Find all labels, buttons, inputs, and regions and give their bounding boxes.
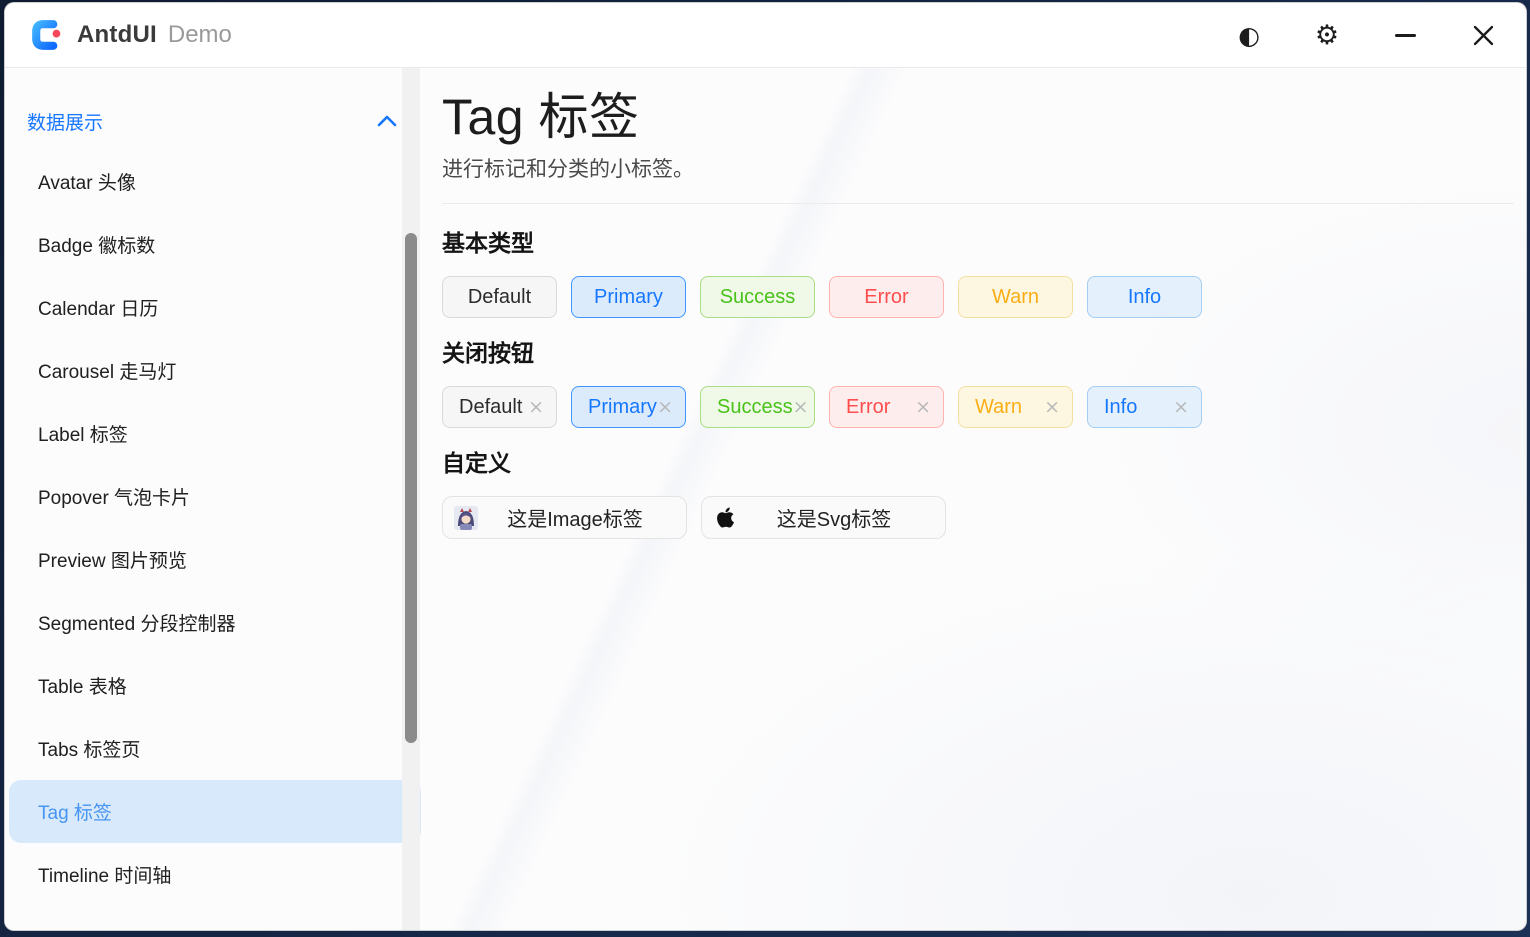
anime-avatar-image [454, 506, 478, 530]
sidebar-item-label: Tag 标签 [38, 798, 112, 825]
basic-tags-row: Default Primary Success Error Warn Info [442, 276, 1514, 318]
tag-label: 这是Image标签 [478, 503, 672, 532]
theme-contrast-icon: ◐ [1238, 23, 1260, 48]
app-window: AntdUI Demo ◐ ⚙ [4, 2, 1527, 931]
tag-label: Info [1104, 396, 1137, 419]
tag-close-icon[interactable]: × [528, 398, 544, 417]
closable-tag-default: Default × [442, 386, 557, 428]
section-heading-basic: 基本类型 [442, 228, 1514, 258]
page-subtitle: 进行标记和分类的小标签。 [442, 157, 1514, 183]
apple-logo-icon [716, 506, 735, 529]
settings-button[interactable]: ⚙ [1310, 18, 1344, 52]
tag-label: Info [1128, 286, 1161, 309]
sidebar-item-badge[interactable]: Badge 徽标数 [9, 213, 421, 276]
sidebar-item-label: Carousel 走马灯 [38, 357, 176, 384]
tag-success: Success [700, 276, 815, 318]
sidebar-item-label: Segmented 分段控制器 [38, 609, 235, 636]
sidebar-group-label: 数据展示 [27, 108, 103, 135]
tag-label: Warn [975, 396, 1022, 419]
closable-tag-warn: Warn × [958, 386, 1073, 428]
sidebar-item-preview[interactable]: Preview 图片预览 [9, 528, 421, 591]
tag-label: Primary [588, 396, 657, 419]
tag-close-icon[interactable]: × [1044, 398, 1060, 417]
tag-warn: Warn [958, 276, 1073, 318]
sidebar-item-tag[interactable]: Tag 标签 [9, 780, 421, 843]
closable-tag-info: Info × [1087, 386, 1202, 428]
tag-close-icon[interactable]: × [793, 398, 809, 417]
titlebar: AntdUI Demo ◐ ⚙ [5, 3, 1526, 68]
sidebar-item-avatar[interactable]: Avatar 头像 [9, 150, 421, 213]
section-heading-closable: 关闭按钮 [442, 338, 1514, 368]
sidebar-item-label: Tabs 标签页 [38, 735, 140, 762]
tag-label: Error [864, 286, 908, 309]
tag-info: Info [1087, 276, 1202, 318]
minimize-button[interactable] [1388, 18, 1422, 52]
sidebar-item-label: Timeline 时间轴 [38, 861, 171, 888]
closable-tag-success: Success × [700, 386, 815, 428]
sidebar-item-label: Badge 徽标数 [38, 231, 155, 258]
sidebar-item-label: Preview 图片预览 [38, 546, 187, 573]
tag-default: Default [442, 276, 557, 318]
desktop-background: AntdUI Demo ◐ ⚙ [0, 0, 1530, 937]
sidebar-item-label[interactable]: Label 标签 [9, 402, 421, 465]
closable-tag-error: Error × [829, 386, 944, 428]
sidebar-item-segmented[interactable]: Segmented 分段控制器 [9, 591, 421, 654]
gear-icon: ⚙ [1315, 22, 1339, 49]
sidebar-item-calendar[interactable]: Calendar 日历 [9, 276, 421, 339]
tag-close-icon[interactable]: × [657, 398, 673, 417]
section-heading-custom: 自定义 [442, 448, 1514, 478]
app-title-suffix: Demo [168, 21, 232, 49]
custom-tags-row: 这是Image标签 这是Svg标签 [442, 496, 1514, 539]
tag-label: Success [717, 396, 793, 419]
sidebar-item-timeline[interactable]: Timeline 时间轴 [9, 843, 421, 906]
sidebar-nav: Avatar 头像 Badge 徽标数 Calendar 日历 Carousel… [5, 150, 425, 906]
tag-label: Default [459, 396, 522, 419]
window-controls: ◐ ⚙ [1232, 18, 1500, 52]
custom-tag-apple-logo: 这是Svg标签 [701, 496, 946, 539]
app-body: 数据展示 Avatar 头像 Badge 徽标数 Calendar 日历 Car… [5, 68, 1526, 930]
sidebar-item-label: Calendar 日历 [38, 294, 158, 321]
sidebar-scrollbar-thumb[interactable] [405, 233, 417, 743]
sidebar-scrollbar-track[interactable] [402, 68, 420, 930]
divider [442, 203, 1514, 204]
closable-tag-primary: Primary × [571, 386, 686, 428]
sidebar-item-label: Popover 气泡卡片 [38, 483, 190, 510]
sidebar-item-tabs[interactable]: Tabs 标签页 [9, 717, 421, 780]
theme-toggle-button[interactable]: ◐ [1232, 18, 1266, 52]
minimize-icon [1395, 34, 1416, 37]
tag-close-icon[interactable]: × [915, 398, 931, 417]
app-logo-icon [29, 17, 65, 53]
tag-label: Primary [594, 286, 663, 309]
tag-close-icon[interactable]: × [1173, 398, 1189, 417]
closable-tags-row: Default × Primary × Success × Error × Wa… [442, 386, 1514, 428]
sidebar-group-data-display[interactable]: 数据展示 [27, 106, 397, 136]
sidebar-item-label: Avatar 头像 [38, 168, 136, 195]
tag-label: Default [468, 286, 531, 309]
page-title: Tag 标签 [442, 90, 1514, 145]
close-button[interactable] [1466, 18, 1500, 52]
tag-error: Error [829, 276, 944, 318]
chevron-up-icon [377, 115, 397, 127]
app-title: AntdUI [77, 21, 157, 49]
sidebar-item-label: Table 表格 [38, 672, 127, 699]
sidebar-item-popover[interactable]: Popover 气泡卡片 [9, 465, 421, 528]
tag-label: Success [720, 286, 796, 309]
tag-label: Warn [992, 286, 1039, 309]
sidebar: 数据展示 Avatar 头像 Badge 徽标数 Calendar 日历 Car… [5, 68, 425, 930]
tag-primary: Primary [571, 276, 686, 318]
sidebar-item-table[interactable]: Table 表格 [9, 654, 421, 717]
custom-tag-anime-avatar-image: 这是Image标签 [442, 496, 687, 539]
tag-label: 这是Svg标签 [737, 503, 931, 532]
close-icon [1472, 24, 1495, 47]
sidebar-item-carousel[interactable]: Carousel 走马灯 [9, 339, 421, 402]
tag-label: Error [846, 396, 890, 419]
main-content: Tag 标签 进行标记和分类的小标签。 基本类型 Default Primary… [425, 68, 1526, 930]
sidebar-item-label: Label 标签 [38, 420, 128, 447]
